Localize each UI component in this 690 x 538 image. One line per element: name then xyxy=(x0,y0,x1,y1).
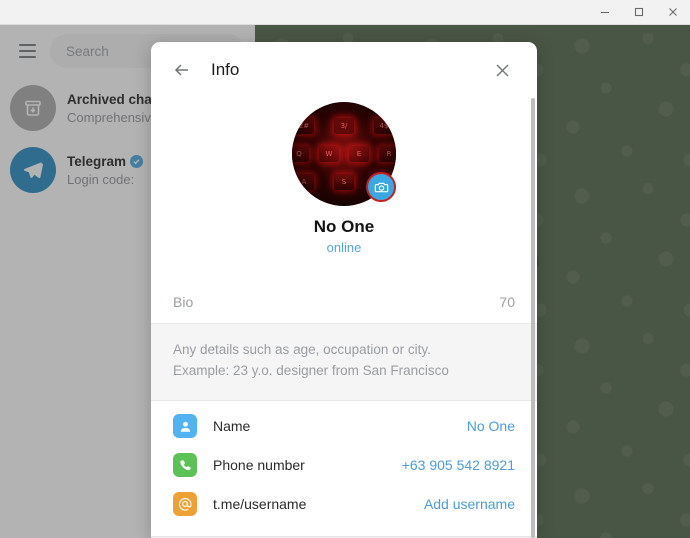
close-icon xyxy=(496,64,508,76)
settings-row-value[interactable]: No One xyxy=(467,418,515,434)
settings-row-name[interactable]: Name No One xyxy=(151,407,537,446)
profile-name: No One xyxy=(313,217,375,236)
settings-row-username[interactable]: t.me/username Add username xyxy=(151,485,537,524)
bio-field[interactable]: Bio 70 xyxy=(151,280,537,324)
bio-hint-line-1: Any details such as age, occupation or c… xyxy=(173,342,431,357)
settings-row-label: Name xyxy=(213,418,251,435)
minimize-button[interactable] xyxy=(588,0,622,24)
settings-row-value[interactable]: Add username xyxy=(424,496,515,512)
window-titlebar xyxy=(0,0,690,25)
profile-status: online xyxy=(326,240,362,255)
dialog-header: Info xyxy=(151,42,537,98)
person-icon xyxy=(173,414,197,439)
close-button[interactable] xyxy=(656,0,690,24)
bio-character-counter: 70 xyxy=(499,293,515,310)
settings-row-label: t.me/username xyxy=(213,496,307,513)
dialog-close-button[interactable] xyxy=(485,53,519,87)
bio-hint-line-2: Example: 23 y.o. designer from San Franc… xyxy=(173,362,449,378)
profile-section: 2# 3/ 4$ Q W E R A S D xyxy=(151,98,537,255)
dialog-scroll-area: 2# 3/ 4$ Q W E R A S D xyxy=(151,98,537,538)
settings-row-value[interactable]: +63 905 542 8921 xyxy=(402,457,515,473)
settings-row-label: Phone number xyxy=(213,457,305,474)
phone-icon xyxy=(173,453,197,478)
maximize-button[interactable] xyxy=(622,0,656,24)
dialog-title: Info xyxy=(211,60,240,79)
bio-hint: Any details such as age, occupation or c… xyxy=(151,324,537,401)
maximize-icon xyxy=(634,7,644,17)
bio-placeholder: Bio xyxy=(173,293,194,310)
back-button[interactable] xyxy=(165,53,199,87)
dialog-scrollbar[interactable] xyxy=(531,98,535,538)
telegram-window: Search Archived chats Comprehensiv Teleg… xyxy=(0,0,690,538)
settings-row-phone[interactable]: Phone number +63 905 542 8921 xyxy=(151,446,537,485)
minimize-icon xyxy=(601,11,609,14)
close-icon xyxy=(669,8,677,16)
settings-rows: Name No One Phone number +63 905 542 892… xyxy=(151,401,537,524)
at-sign-icon xyxy=(173,492,197,517)
camera-icon xyxy=(374,182,388,192)
info-dialog: Info 2# 3/ 4$ Q xyxy=(151,42,537,538)
back-arrow-icon xyxy=(174,64,188,76)
change-photo-button[interactable] xyxy=(366,172,396,202)
avatar-wrapper[interactable]: 2# 3/ 4$ Q W E R A S D xyxy=(292,102,396,206)
